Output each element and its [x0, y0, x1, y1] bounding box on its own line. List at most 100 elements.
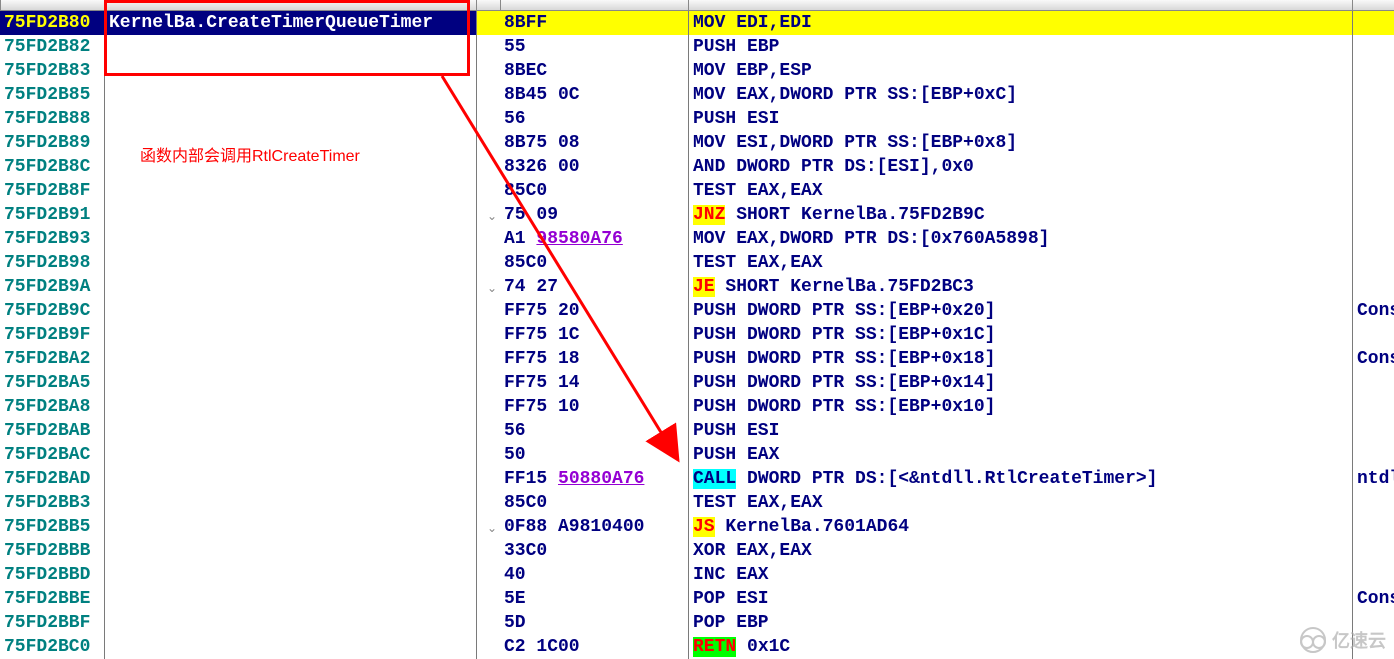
disasm-cell[interactable]: JE SHORT KernelBa.75FD2BC3: [688, 275, 1352, 299]
address-cell[interactable]: 75FD2BA5: [0, 371, 104, 395]
address-cell[interactable]: 75FD2B85: [0, 83, 104, 107]
bytes-cell[interactable]: 8326 00: [500, 155, 688, 179]
comment-cell[interactable]: [1352, 83, 1394, 107]
comment-cell[interactable]: ntdl: [1352, 467, 1394, 491]
disasm-row[interactable]: 75FD2B85 8B45 0CMOV EAX,DWORD PTR SS:[EBP…: [0, 83, 1394, 107]
address-cell[interactable]: 75FD2B9F: [0, 323, 104, 347]
comment-cell[interactable]: [1352, 395, 1394, 419]
disasm-cell[interactable]: MOV ESI,DWORD PTR SS:[EBP+0x8]: [688, 131, 1352, 155]
comment-cell[interactable]: [1352, 203, 1394, 227]
address-cell[interactable]: 75FD2BAC: [0, 443, 104, 467]
label-cell[interactable]: [104, 395, 476, 419]
address-cell[interactable]: 75FD2BC0: [0, 635, 104, 659]
comment-cell[interactable]: [1352, 419, 1394, 443]
disassembly-listing[interactable]: 75FD2B80KernelBa.CreateTimerQueueTimer8B…: [0, 11, 1394, 659]
comment-cell[interactable]: [1352, 59, 1394, 83]
address-cell[interactable]: 75FD2B88: [0, 107, 104, 131]
address-cell[interactable]: 75FD2BA8: [0, 395, 104, 419]
disasm-row[interactable]: 75FD2B9A⌄74 27JE SHORT KernelBa.75FD2BC3: [0, 275, 1394, 299]
disasm-cell[interactable]: TEST EAX,EAX: [688, 179, 1352, 203]
label-cell[interactable]: [104, 515, 476, 539]
address-cell[interactable]: 75FD2B80: [0, 11, 104, 35]
address-cell[interactable]: 75FD2B9A: [0, 275, 104, 299]
address-cell[interactable]: 75FD2BBE: [0, 587, 104, 611]
disasm-row[interactable]: 75FD2BA8FF75 10PUSH DWORD PTR SS:[EBP+0x…: [0, 395, 1394, 419]
disasm-row[interactable]: 75FD2B8856PUSH ESI: [0, 107, 1394, 131]
comment-cell[interactable]: [1352, 107, 1394, 131]
comment-cell[interactable]: [1352, 35, 1394, 59]
comment-cell[interactable]: Cons: [1352, 347, 1394, 371]
comment-cell[interactable]: [1352, 491, 1394, 515]
label-cell[interactable]: [104, 587, 476, 611]
address-cell[interactable]: 75FD2B98: [0, 251, 104, 275]
disasm-cell[interactable]: PUSH DWORD PTR SS:[EBP+0x1C]: [688, 323, 1352, 347]
disasm-row[interactable]: 75FD2BA5FF75 14PUSH DWORD PTR SS:[EBP+0x…: [0, 371, 1394, 395]
label-cell[interactable]: [104, 35, 476, 59]
disasm-cell[interactable]: MOV EBP,ESP: [688, 59, 1352, 83]
address-cell[interactable]: 75FD2BBD: [0, 563, 104, 587]
bytes-cell[interactable]: 74 27: [500, 275, 688, 299]
label-cell[interactable]: [104, 563, 476, 587]
disasm-cell[interactable]: INC EAX: [688, 563, 1352, 587]
disasm-cell[interactable]: MOV EAX,DWORD PTR SS:[EBP+0xC]: [688, 83, 1352, 107]
bytes-cell[interactable]: 8B45 0C: [500, 83, 688, 107]
disasm-row[interactable]: 75FD2B8F85C0TEST EAX,EAX: [0, 179, 1394, 203]
disasm-cell[interactable]: JS KernelBa.7601AD64: [688, 515, 1352, 539]
disasm-row[interactable]: 75FD2BBD40INC EAX: [0, 563, 1394, 587]
label-cell[interactable]: [104, 491, 476, 515]
comment-cell[interactable]: [1352, 563, 1394, 587]
bytes-cell[interactable]: 8BEC: [500, 59, 688, 83]
comment-cell[interactable]: [1352, 539, 1394, 563]
bytes-cell[interactable]: FF75 18: [500, 347, 688, 371]
bytes-cell[interactable]: C2 1C00: [500, 635, 688, 659]
bytes-cell[interactable]: 5E: [500, 587, 688, 611]
disasm-row[interactable]: 75FD2B80KernelBa.CreateTimerQueueTimer8B…: [0, 11, 1394, 35]
label-cell[interactable]: [104, 107, 476, 131]
disasm-row[interactable]: 75FD2BB5⌄0F88 A9810400JS KernelBa.7601AD…: [0, 515, 1394, 539]
bytes-cell[interactable]: 50: [500, 443, 688, 467]
disasm-row[interactable]: 75FD2B9CFF75 20PUSH DWORD PTR SS:[EBP+0x…: [0, 299, 1394, 323]
disasm-cell[interactable]: PUSH EBP: [688, 35, 1352, 59]
comment-cell[interactable]: [1352, 371, 1394, 395]
address-cell[interactable]: 75FD2BB3: [0, 491, 104, 515]
disasm-row[interactable]: 75FD2B838BECMOV EBP,ESP: [0, 59, 1394, 83]
label-cell[interactable]: [104, 323, 476, 347]
address-cell[interactable]: 75FD2BAB: [0, 419, 104, 443]
disasm-cell[interactable]: PUSH DWORD PTR SS:[EBP+0x18]: [688, 347, 1352, 371]
comment-cell[interactable]: [1352, 275, 1394, 299]
address-cell[interactable]: 75FD2BB5: [0, 515, 104, 539]
address-cell[interactable]: 75FD2B89: [0, 131, 104, 155]
comment-cell[interactable]: [1352, 11, 1394, 35]
disasm-cell[interactable]: XOR EAX,EAX: [688, 539, 1352, 563]
disasm-row[interactable]: 75FD2BAB 56PUSH ESI: [0, 419, 1394, 443]
address-cell[interactable]: 75FD2BBB: [0, 539, 104, 563]
bytes-cell[interactable]: 85C0: [500, 179, 688, 203]
comment-cell[interactable]: [1352, 227, 1394, 251]
disasm-cell[interactable]: MOV EDI,EDI: [688, 11, 1352, 35]
bytes-cell[interactable]: A1 98580A76: [500, 227, 688, 251]
bytes-cell[interactable]: 75 09: [500, 203, 688, 227]
disasm-row[interactable]: 75FD2BAC50PUSH EAX: [0, 443, 1394, 467]
comment-cell[interactable]: [1352, 323, 1394, 347]
label-cell[interactable]: [104, 371, 476, 395]
disasm-row[interactable]: 75FD2BADFF15 50880A76CALL DWORD PTR DS:[…: [0, 467, 1394, 491]
disasm-cell[interactable]: AND DWORD PTR DS:[ESI],0x0: [688, 155, 1352, 179]
address-cell[interactable]: 75FD2B91: [0, 203, 104, 227]
disasm-cell[interactable]: PUSH ESI: [688, 419, 1352, 443]
bytes-cell[interactable]: FF15 50880A76: [500, 467, 688, 491]
bytes-cell[interactable]: FF75 1C: [500, 323, 688, 347]
disasm-row[interactable]: 75FD2BBF5DPOP EBP: [0, 611, 1394, 635]
bytes-cell[interactable]: 56: [500, 419, 688, 443]
disasm-row[interactable]: 75FD2BB385C0TEST EAX,EAX: [0, 491, 1394, 515]
disasm-row[interactable]: 75FD2B9F FF75 1CPUSH DWORD PTR SS:[EBP+0x…: [0, 323, 1394, 347]
disasm-row[interactable]: 75FD2B9885C0TEST EAX,EAX: [0, 251, 1394, 275]
bytes-cell[interactable]: 85C0: [500, 251, 688, 275]
bytes-cell[interactable]: 33C0: [500, 539, 688, 563]
disasm-row[interactable]: 75FD2B91⌄75 09JNZ SHORT KernelBa.75FD2B9…: [0, 203, 1394, 227]
comment-cell[interactable]: [1352, 251, 1394, 275]
disasm-row[interactable]: 75FD2BA2FF75 18PUSH DWORD PTR SS:[EBP+0x…: [0, 347, 1394, 371]
bytes-cell[interactable]: 85C0: [500, 491, 688, 515]
bytes-cell[interactable]: FF75 20: [500, 299, 688, 323]
bytes-cell[interactable]: 8BFF: [500, 11, 688, 35]
disasm-row[interactable]: 75FD2B93A1 98580A76MOV EAX,DWORD PTR DS:…: [0, 227, 1394, 251]
